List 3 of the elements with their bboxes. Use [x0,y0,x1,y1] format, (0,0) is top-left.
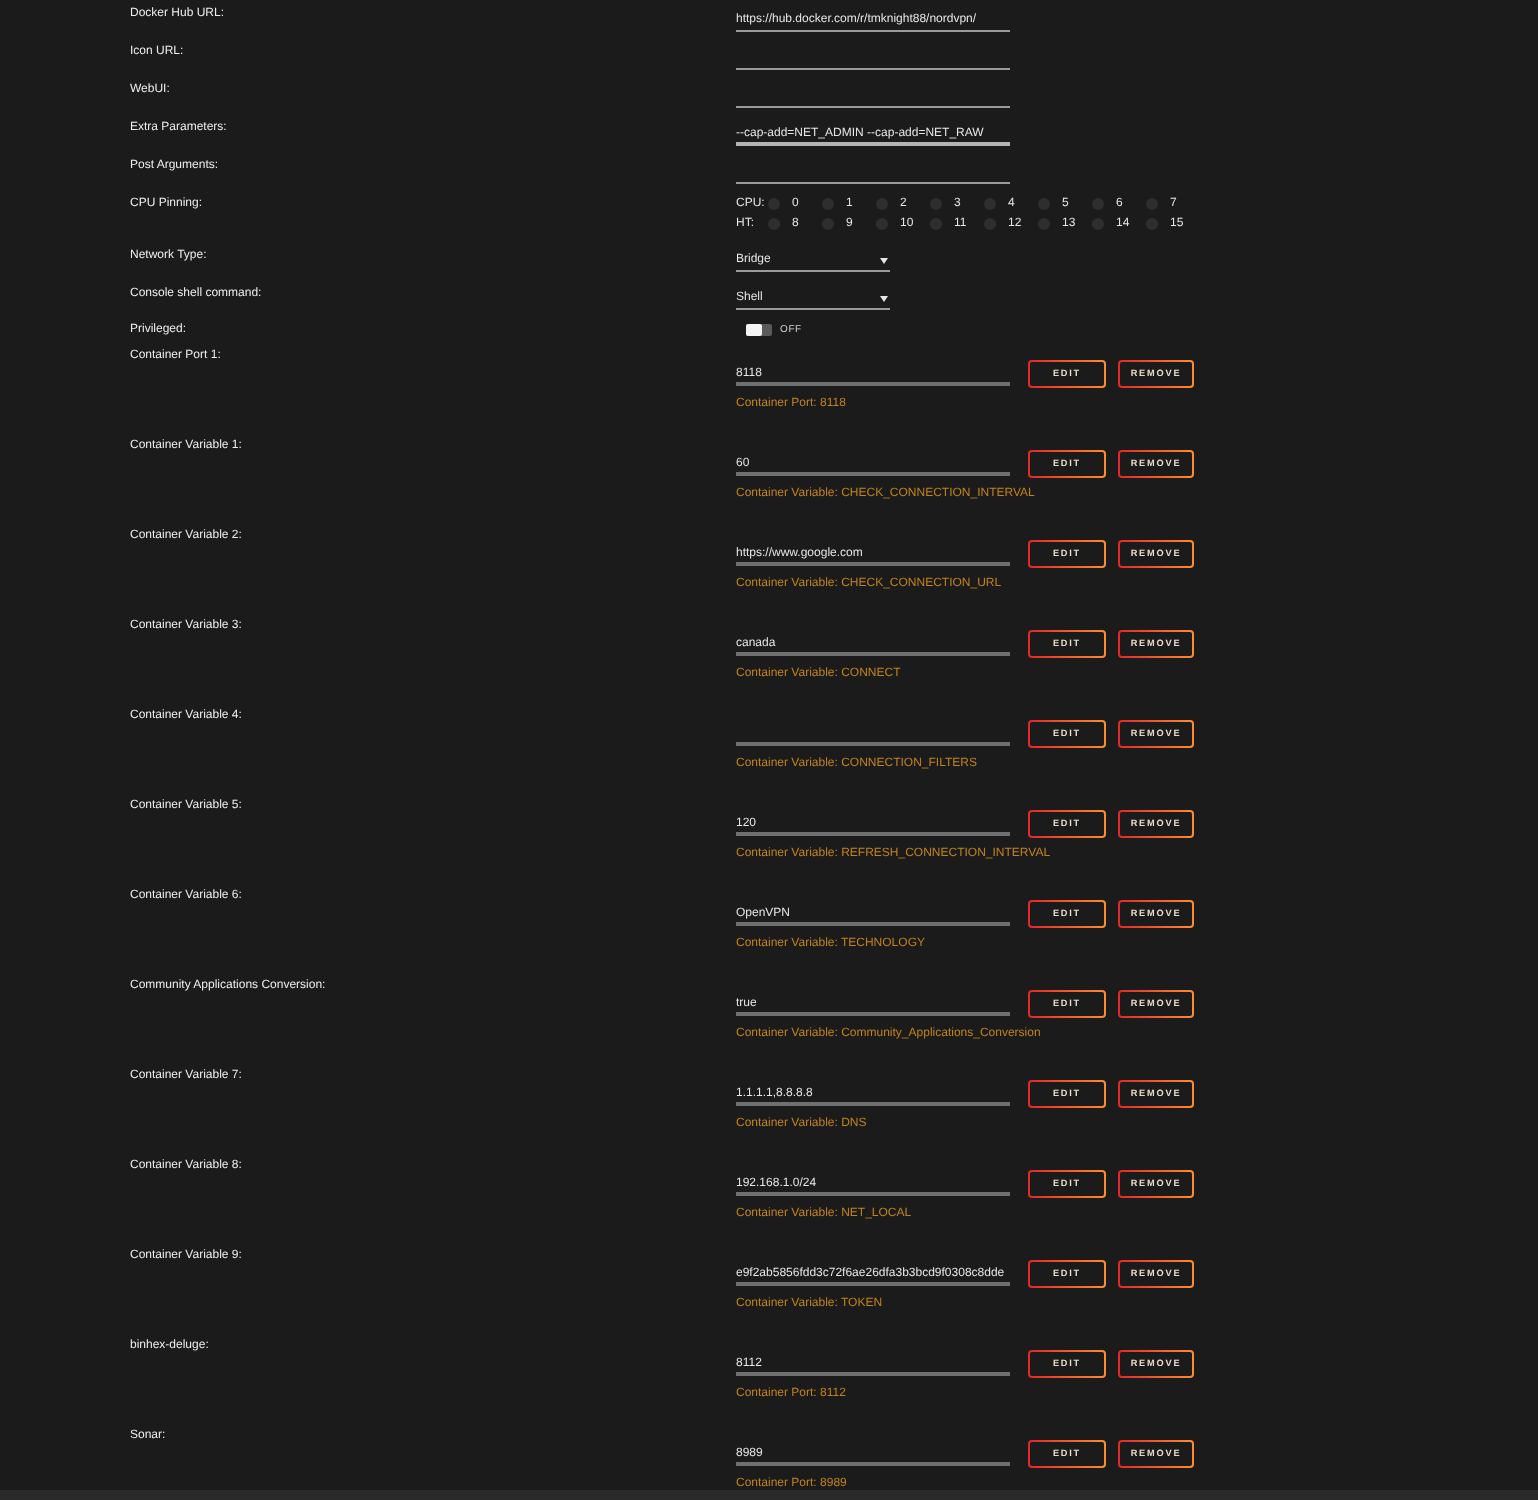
caret-icon [880,295,888,301]
toggle-switch[interactable] [746,324,772,336]
caret-icon [880,257,888,263]
